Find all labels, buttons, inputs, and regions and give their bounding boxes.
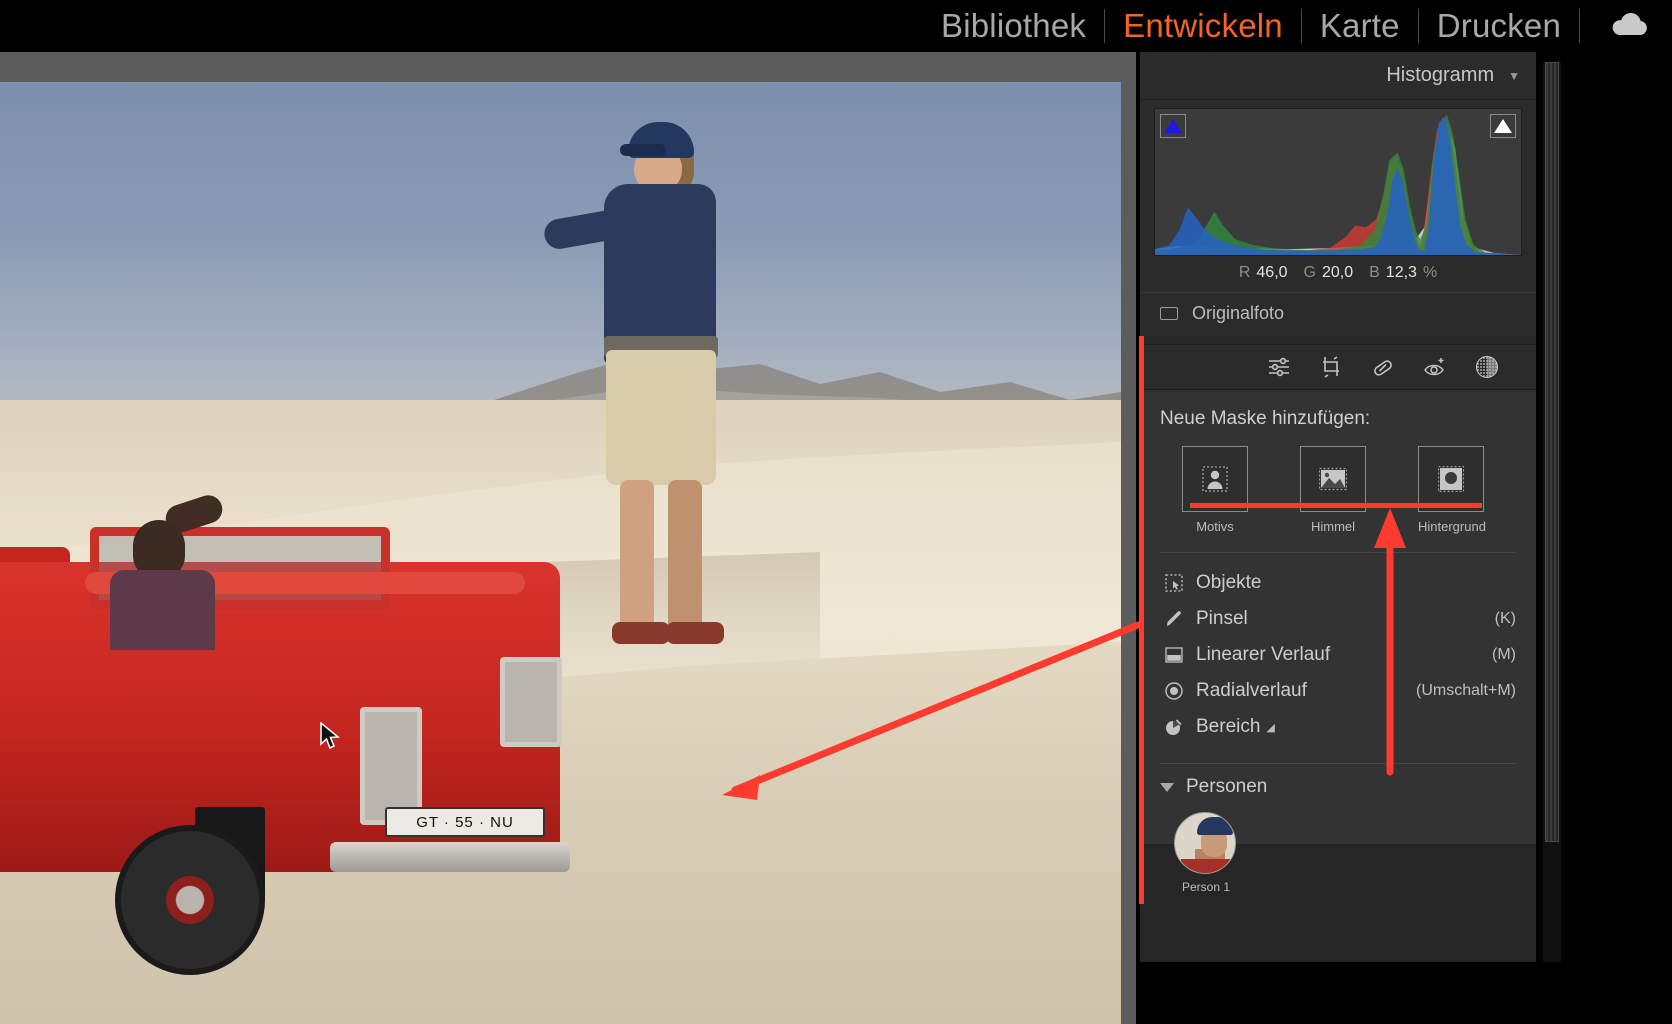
lightroom-develop-window: Bibliothek Entwickeln Karte Drucken GT ·… bbox=[0, 0, 1672, 1024]
annotation-arrows bbox=[722, 508, 1406, 800]
